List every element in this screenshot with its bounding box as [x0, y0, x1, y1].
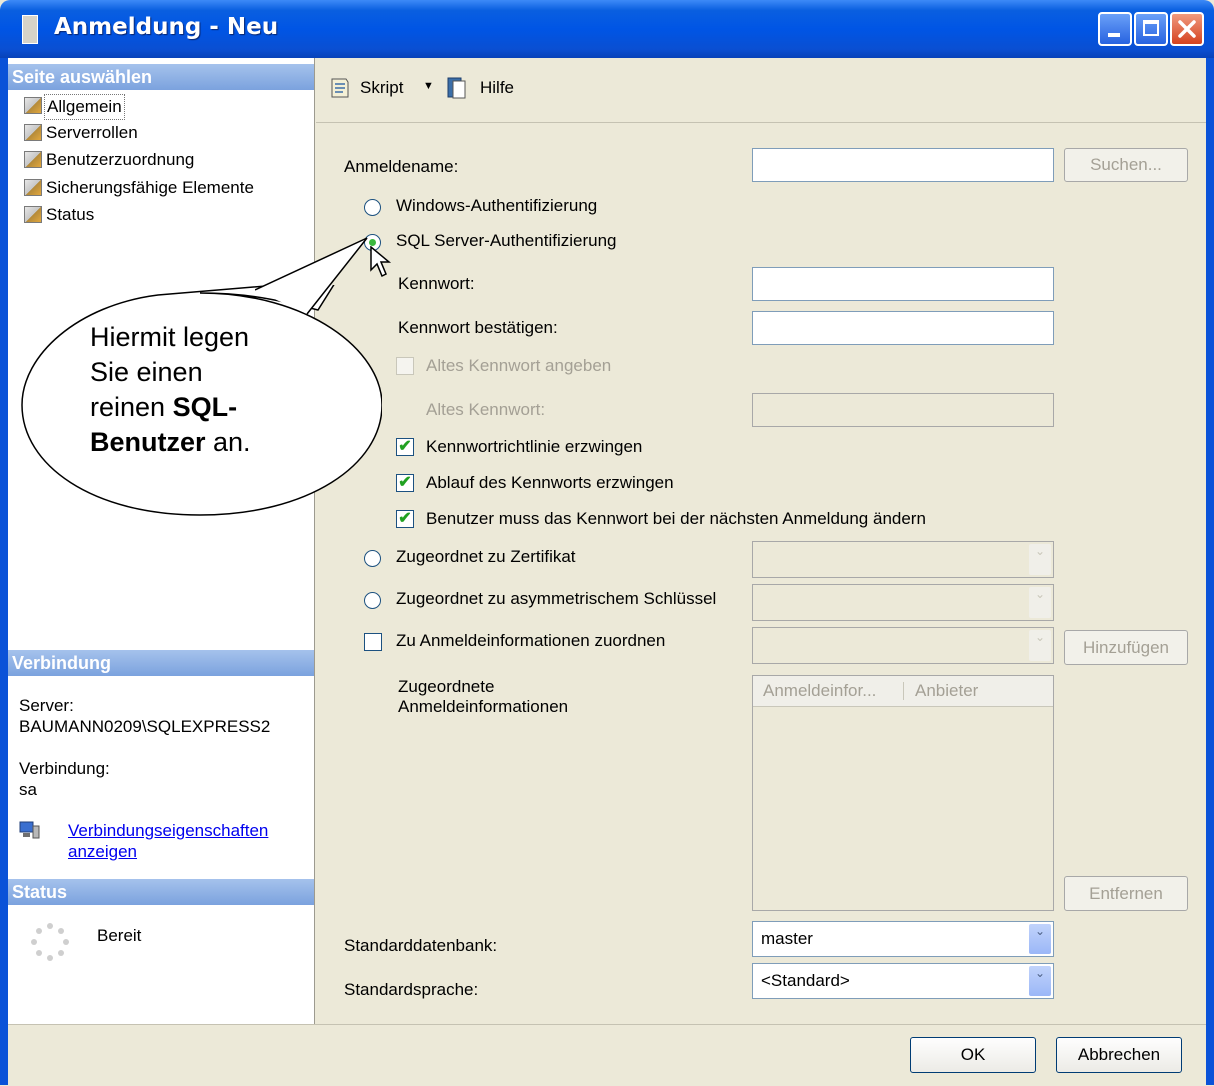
connection-label: Verbindung:: [19, 759, 110, 778]
callout-pointer: [255, 237, 368, 315]
mapped-asymmetric-key-label: Zugeordnet zu asymmetrischem Schlüssel: [396, 589, 717, 608]
callout-line4-bold: Benutzer: [90, 427, 206, 457]
page-icon: [24, 206, 42, 223]
password-label: Kennwort:: [398, 274, 475, 293]
mapped-asymmetric-key-radio[interactable]: [364, 592, 381, 609]
mapped-certificate-radio[interactable]: [364, 550, 381, 567]
status-value: Bereit: [97, 926, 142, 945]
specify-old-password-label: Altes Kennwort angeben: [426, 356, 612, 375]
window-frame-right: [1206, 58, 1214, 1085]
window-frame-left: [0, 58, 8, 1085]
must-change-checkbox[interactable]: ✔: [396, 510, 414, 528]
login-name-label: Anmeldename:: [344, 157, 459, 176]
login-name-input[interactable]: [752, 148, 1054, 182]
server-value: BAUMANN0209\SQLEXPRESS2: [19, 717, 271, 736]
mapped-credentials-label-line2: Anmeldeinformationen: [398, 697, 569, 716]
chevron-down-icon: ⌄: [1029, 630, 1051, 661]
default-database-value: master: [761, 929, 813, 948]
windows-auth-radio[interactable]: [364, 199, 381, 216]
callout-line4-text: an.: [205, 427, 251, 457]
map-credentials-label: Zu Anmeldeinformationen zuordnen: [396, 631, 666, 650]
specify-old-password-checkbox[interactable]: [396, 357, 414, 375]
grid-column-divider: [903, 682, 904, 700]
minimize-icon: [1108, 33, 1120, 37]
password-input[interactable]: [752, 267, 1054, 301]
select-page-header: Seite auswählen: [8, 64, 314, 90]
credentials-grid[interactable]: Anmeldeinfor... Anbieter: [752, 675, 1054, 911]
enforce-expiration-checkbox[interactable]: ✔: [396, 474, 414, 492]
minimize-button[interactable]: [1098, 12, 1132, 46]
default-language-combobox[interactable]: <Standard> ⌄: [752, 963, 1054, 999]
server-label: Server:: [19, 696, 74, 715]
windows-auth-label: Windows-Authentifizierung: [396, 196, 598, 215]
connection-value: sa: [19, 780, 37, 799]
grid-column-credential[interactable]: Anmeldeinfor...: [763, 681, 876, 701]
confirm-password-input[interactable]: [752, 311, 1054, 345]
search-button[interactable]: Suchen...: [1064, 148, 1188, 182]
ok-button[interactable]: OK: [910, 1037, 1036, 1073]
enforce-policy-checkbox[interactable]: ✔: [396, 438, 414, 456]
credentials-combobox[interactable]: ⌄: [752, 627, 1054, 664]
callout-line3-bold: SQL-: [172, 392, 238, 422]
maximize-button[interactable]: [1134, 12, 1168, 46]
page-icon: [24, 151, 42, 168]
page-icon: [24, 97, 42, 114]
cancel-button[interactable]: Abbrechen: [1056, 1037, 1182, 1073]
callout-line4: Benutzer an.: [90, 425, 251, 460]
grid-column-provider[interactable]: Anbieter: [915, 681, 978, 701]
connection-properties-link-line2[interactable]: anzeigen: [68, 841, 137, 862]
remove-button[interactable]: Entfernen: [1064, 876, 1188, 911]
connection-properties-icon: [19, 820, 41, 840]
maximize-icon: [1143, 20, 1159, 36]
callout-text: Hiermit legen Sie einen reinen SQL- Benu…: [90, 320, 251, 460]
old-password-input[interactable]: [752, 393, 1054, 427]
connection-properties-link-line1[interactable]: Verbindungseigenschaften: [68, 820, 268, 841]
mapped-credentials-label-line1: Zugeordnete: [398, 677, 495, 696]
must-change-label: Benutzer muss das Kennwort bei der nächs…: [426, 509, 926, 528]
certificate-combobox[interactable]: ⌄: [752, 541, 1054, 578]
page-icon: [24, 179, 42, 196]
mapped-certificate-label: Zugeordnet zu Zertifikat: [396, 547, 576, 566]
close-icon: [1178, 20, 1196, 38]
status-header: Status: [8, 879, 314, 905]
app-icon: [22, 15, 38, 44]
help-button[interactable]: Hilfe: [480, 78, 514, 98]
enforce-expiration-label: Ablauf des Kennworts erzwingen: [426, 473, 674, 492]
grid-header: Anmeldeinfor... Anbieter: [753, 676, 1053, 707]
window-title: Anmeldung - Neu: [54, 14, 279, 40]
asymmetric-key-combobox[interactable]: ⌄: [752, 584, 1054, 621]
default-database-label: Standarddatenbank:: [344, 936, 498, 955]
confirm-password-label: Kennwort bestätigen:: [398, 318, 558, 337]
script-button[interactable]: Skript: [360, 78, 403, 98]
default-language-value: <Standard>: [761, 971, 850, 990]
callout-line3-text: reinen: [90, 392, 173, 422]
callout-line3: reinen SQL-: [90, 390, 251, 425]
default-database-combobox[interactable]: master ⌄: [752, 921, 1054, 957]
chevron-down-icon: ⌄: [1029, 924, 1051, 954]
help-icon: [445, 76, 469, 100]
callout-line2: Sie einen: [90, 357, 203, 387]
chevron-down-icon: ⌄: [1029, 544, 1051, 575]
chevron-down-icon[interactable]: ▼: [423, 80, 434, 92]
add-button[interactable]: Hinzufügen: [1064, 630, 1188, 665]
old-password-label: Altes Kennwort:: [426, 400, 546, 419]
chevron-down-icon: ⌄: [1029, 587, 1051, 618]
page-icon: [24, 124, 42, 141]
enforce-policy-label: Kennwortrichtlinie erzwingen: [426, 437, 643, 456]
callout-line1: Hiermit legen: [90, 322, 250, 352]
close-button[interactable]: [1170, 12, 1204, 46]
sql-auth-label: SQL Server-Authentifizierung: [396, 231, 617, 250]
chevron-down-icon: ⌄: [1029, 966, 1051, 996]
connection-header: Verbindung: [8, 650, 314, 676]
script-icon: [328, 76, 352, 100]
progress-spinner-icon: [30, 922, 70, 962]
map-credentials-checkbox[interactable]: [364, 633, 382, 651]
default-language-label: Standardsprache:: [344, 980, 479, 999]
